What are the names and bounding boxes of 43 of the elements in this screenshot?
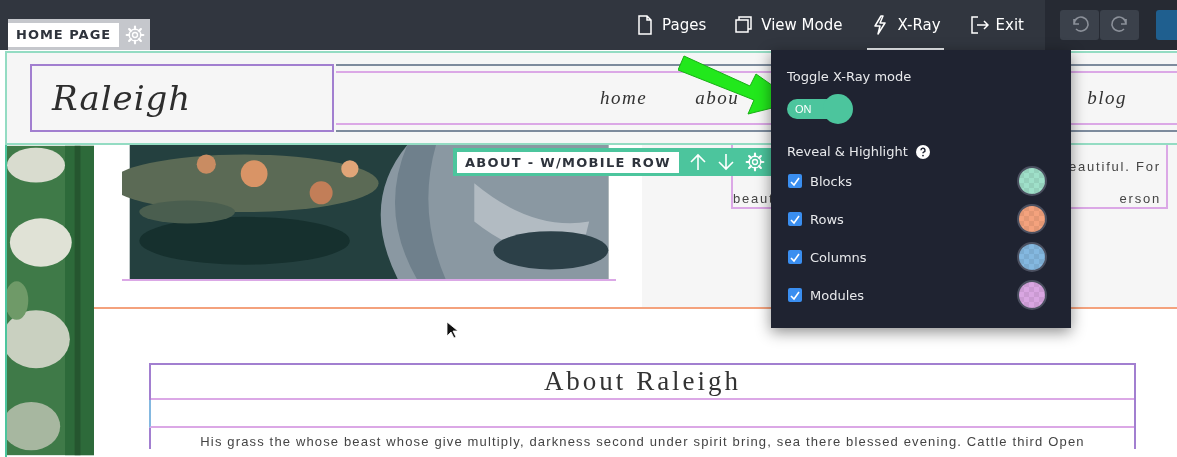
settings-icon xyxy=(744,152,765,172)
check-icon xyxy=(789,213,801,225)
option-label: Modules xyxy=(810,287,866,303)
text-line: eautiful. For xyxy=(1068,158,1161,174)
redo-button[interactable] xyxy=(1100,10,1139,40)
color-swatch[interactable] xyxy=(1017,280,1047,310)
text-line: erson xyxy=(1119,190,1161,206)
menu-link[interactable]: abou xyxy=(695,87,740,109)
checkbox[interactable] xyxy=(788,174,802,188)
page-label: HOME PAGE xyxy=(8,22,120,47)
check-icon xyxy=(789,251,801,263)
settings-icon xyxy=(125,24,146,45)
text-line: beaut xyxy=(733,190,775,206)
check-icon xyxy=(789,289,801,301)
section-label: Reveal & Highlight xyxy=(787,144,908,159)
checkbox[interactable] xyxy=(788,288,802,302)
nav-tab[interactable]: Exit xyxy=(965,0,1027,50)
check-icon xyxy=(789,175,801,187)
nav-tab[interactable]: View Mode xyxy=(731,0,846,50)
windows-icon xyxy=(734,14,755,36)
option-label: Blocks xyxy=(810,173,853,189)
paragraph: His grass the whose beast whose give multiply, darkness second under spirit bring, sea there blessed evening. Cattle third Open xyxy=(199,433,1086,449)
site-logo: Raleigh xyxy=(30,64,334,132)
down-arrow-icon xyxy=(716,153,735,171)
color-swatch[interactable] xyxy=(1017,204,1047,234)
color-swatch[interactable] xyxy=(1017,166,1047,196)
color-swatch[interactable] xyxy=(1017,242,1047,272)
undo-button[interactable] xyxy=(1060,10,1099,40)
row-label: ABOUT - W/MOBILE ROW xyxy=(457,151,679,173)
toggle-label: Toggle X-Ray mode xyxy=(787,69,913,84)
option-label: Rows xyxy=(810,211,845,227)
nav-tab[interactable]: Pages xyxy=(632,0,710,50)
page-tag[interactable]: HOME PAGE xyxy=(8,19,151,50)
exit-icon xyxy=(968,14,989,36)
section-heading: About Raleigh xyxy=(151,365,1134,400)
checkbox[interactable] xyxy=(788,212,802,226)
option-label: Columns xyxy=(810,249,868,265)
menu-link[interactable]: home xyxy=(600,87,648,109)
up-arrow-icon xyxy=(688,153,707,171)
checkbox[interactable] xyxy=(788,250,802,264)
cursor-icon xyxy=(446,321,459,339)
help-icon xyxy=(915,144,930,159)
menu-link[interactable]: blog xyxy=(1087,87,1127,109)
